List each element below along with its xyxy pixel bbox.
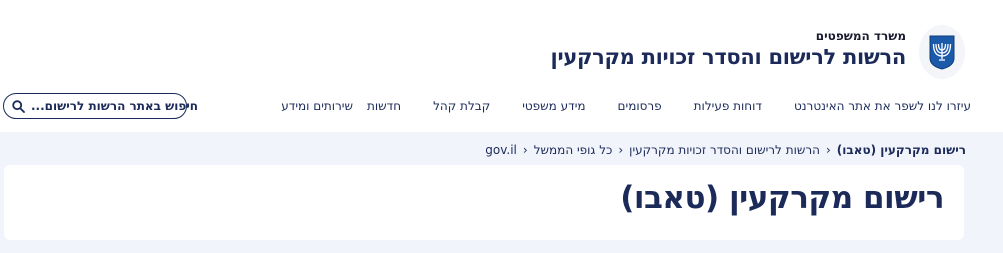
- search-icon[interactable]: [12, 99, 25, 113]
- title-card: רישום מקרקעין (טאבו): [4, 165, 964, 240]
- nav-item-publications[interactable]: פרסומים: [618, 99, 662, 113]
- main-nav: שירותים ומידע חדשות קבלת קהל מידע משפטי …: [281, 94, 1003, 118]
- nav-item-services[interactable]: שירותים ומידע: [281, 99, 353, 113]
- breadcrumb-item-all-gov[interactable]: כל גופי הממשל: [534, 143, 613, 157]
- page-title: רישום מקרקעין (טאבו): [620, 180, 944, 216]
- breadcrumb-item-current: רישום מקרקעין (טאבו): [836, 143, 966, 157]
- nav-item-news[interactable]: חדשות: [367, 99, 401, 113]
- chevron-left-icon: ‹: [825, 143, 831, 157]
- breadcrumb-item-authority[interactable]: הרשות לרישום והסדר זכויות מקרקעין: [629, 143, 820, 157]
- breadcrumb-item-govil[interactable]: gov.il: [485, 143, 517, 157]
- nav-item-reception[interactable]: קבלת קהל: [433, 99, 490, 113]
- nav-item-legal-info[interactable]: מידע משפטי: [522, 99, 585, 113]
- breadcrumb: gov.il ‹ כל גופי הממשל ‹ הרשות לרישום וה…: [485, 141, 966, 159]
- chevron-left-icon: ‹: [522, 143, 528, 157]
- authority-title[interactable]: הרשות לרישום והסדר זכויות מקרקעין: [551, 45, 907, 69]
- nav-item-activity-reports[interactable]: דוחות פעילות: [694, 99, 762, 113]
- menorah-emblem-icon[interactable]: [919, 25, 965, 79]
- ministry-name: משרד המשפטים: [815, 29, 906, 43]
- search-placeholder: חיפוש באתר הרשות לרישום...: [31, 99, 199, 113]
- chevron-left-icon: ‹: [618, 143, 624, 157]
- search-input[interactable]: חיפוש באתר הרשות לרישום...: [3, 93, 198, 119]
- nav-item-feedback[interactable]: עיזרו לנו לשפר את אתר האינטרנט: [794, 99, 971, 113]
- site-header: משרד המשפטים הרשות לרישום והסדר זכויות מ…: [0, 0, 1003, 132]
